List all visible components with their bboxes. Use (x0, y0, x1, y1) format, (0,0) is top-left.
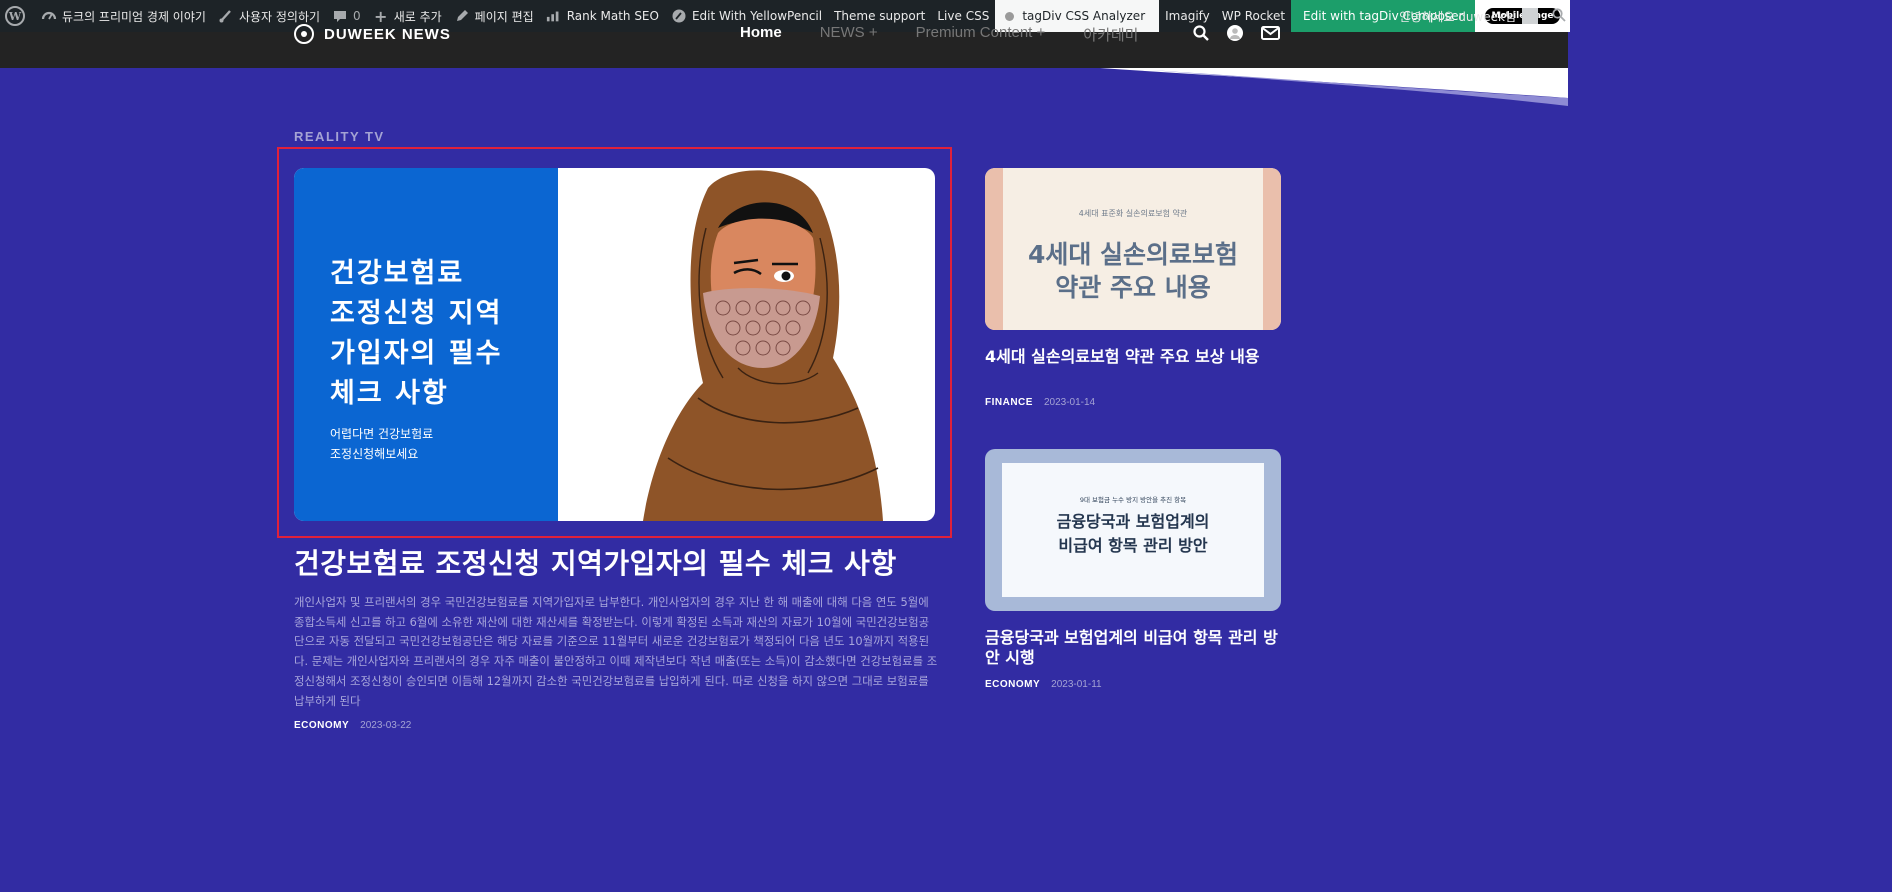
main-navigation: Home NEWS + Premium Content + 아카데미 (740, 24, 1176, 45)
side-image-subtitle: 4세대 표준화 실손의료보험 약관 (1078, 209, 1188, 218)
side-image-headline-line: 4세대 실손의료보험 (1027, 240, 1239, 269)
side-post-category[interactable]: FINANCE (985, 397, 1033, 408)
section-category-label[interactable]: REALITY TV (294, 129, 385, 144)
side-post-image[interactable]: 9대 보험금 누수 방지 방안을 추진 항목 금융당국과 보험업계의 비급여 항… (985, 449, 1281, 611)
imagify-label: Imagify (1165, 9, 1210, 23)
greeting-text: 안녕하세요 duweek님 (1399, 9, 1516, 24)
search-icon (1552, 7, 1566, 25)
comments-count: 0 (353, 9, 361, 23)
admin-search-button[interactable] (1546, 0, 1568, 32)
nav-news[interactable]: NEWS + (820, 24, 878, 45)
nav-home[interactable]: Home (740, 24, 782, 45)
side-image-headline: 금융당국과 보험업계의 비급여 항목 관리 방안 (1002, 510, 1264, 558)
header-search-icon[interactable] (1193, 25, 1209, 41)
theme-support-label: Theme support (834, 9, 926, 23)
selection-highlight-box (277, 147, 952, 538)
customize-label: 사용자 정의하기 (238, 9, 321, 24)
side-post-date: 2023-01-11 (1051, 679, 1102, 690)
account-area: 안녕하세요 duweek님 (1393, 0, 1568, 32)
nav-academy[interactable]: 아카데미 (1083, 24, 1138, 45)
tagdiv-analyzer-label: tagDiv CSS Analyzer (1022, 9, 1146, 23)
featured-post-category[interactable]: ECONOMY (294, 720, 349, 731)
status-dot-icon (1005, 11, 1015, 21)
logo-text: DUWEEK NEWS (324, 25, 451, 43)
side-post-date: 2023-01-14 (1043, 397, 1096, 408)
dashboard-icon (41, 8, 57, 24)
logo-icon (294, 24, 314, 44)
side-image-panel: 9대 보험금 누수 방지 방안을 추진 항목 금융당국과 보험업계의 비급여 항… (1002, 463, 1264, 597)
featured-post-date: 2023-03-22 (360, 720, 412, 731)
yellowpencil-label: Edit With YellowPencil (691, 9, 823, 23)
edit-page-label: 페이지 편집 (474, 9, 534, 24)
side-image-headline-line: 금융당국과 보험업계의 (1056, 512, 1210, 531)
rank-math-icon (546, 8, 562, 24)
header-icons (1193, 25, 1280, 41)
user-avatar (1522, 8, 1538, 24)
edit-page-link[interactable]: 페이지 편집 (448, 0, 540, 32)
side-post-image[interactable]: 4세대 표준화 실손의료보험 약관 4세대 실손의료보험 약관 주요 내용 (985, 168, 1281, 330)
side-image-headline: 4세대 실손의료보험 약관 주요 내용 (985, 238, 1281, 304)
header-wave-decoration (1100, 68, 1568, 106)
side-post-category[interactable]: ECONOMY (985, 679, 1040, 690)
side-post-meta: ECONOMY 2023-01-11 (985, 679, 1102, 690)
side-image-headline-line: 비급여 항목 관리 방안 (1058, 536, 1208, 555)
featured-post-excerpt: 개인사업자 및 프리랜서의 경우 국민건강보험료를 지역가입자로 납부한다. 개… (294, 595, 938, 708)
pencil-icon (454, 8, 470, 24)
side-post-meta: FINANCE 2023-01-14 (985, 397, 1095, 408)
side-image-headline-line: 약관 주요 내용 (1055, 273, 1211, 302)
side-image-subtitle: 9대 보험금 누수 방지 방안을 추진 항목 (1079, 496, 1187, 504)
live-css-label: Live CSS (937, 9, 990, 23)
plus-icon: + (373, 6, 388, 26)
side-post-title[interactable]: 금융당국과 보험업계의 비급여 항목 관리 방안 시행 (985, 628, 1281, 668)
rank-math-label: Rank Math SEO (566, 9, 659, 23)
site-name-menu[interactable]: 듀크의 프리미엄 경제 이야기 (35, 0, 212, 32)
add-new-label: 새로 추가 (393, 9, 442, 24)
user-icon[interactable] (1227, 25, 1243, 41)
featured-post-title[interactable]: 건강보험료 조정신청 지역가입자의 필수 체크 사항 (294, 542, 897, 582)
featured-post-meta: ECONOMY 2023-03-22 (294, 720, 411, 731)
wordpress-icon: W (5, 6, 25, 26)
rank-math-menu[interactable]: Rank Math SEO (540, 0, 665, 32)
nav-premium-content[interactable]: Premium Content + (916, 24, 1046, 45)
yellowpencil-icon (671, 8, 687, 24)
account-menu[interactable]: 안녕하세요 duweek님 (1393, 0, 1546, 32)
site-logo[interactable]: DUWEEK NEWS (294, 24, 451, 44)
wp-rocket-label: WP Rocket (1221, 9, 1286, 23)
brush-icon (218, 8, 234, 24)
mail-icon[interactable] (1261, 25, 1280, 41)
side-post-title[interactable]: 4세대 실손의료보험 약관 주요 보상 내용 (985, 347, 1281, 367)
site-name: 듀크의 프리미엄 경제 이야기 (62, 9, 206, 24)
wp-logo-menu[interactable]: W (0, 0, 35, 32)
comment-icon (332, 8, 348, 24)
